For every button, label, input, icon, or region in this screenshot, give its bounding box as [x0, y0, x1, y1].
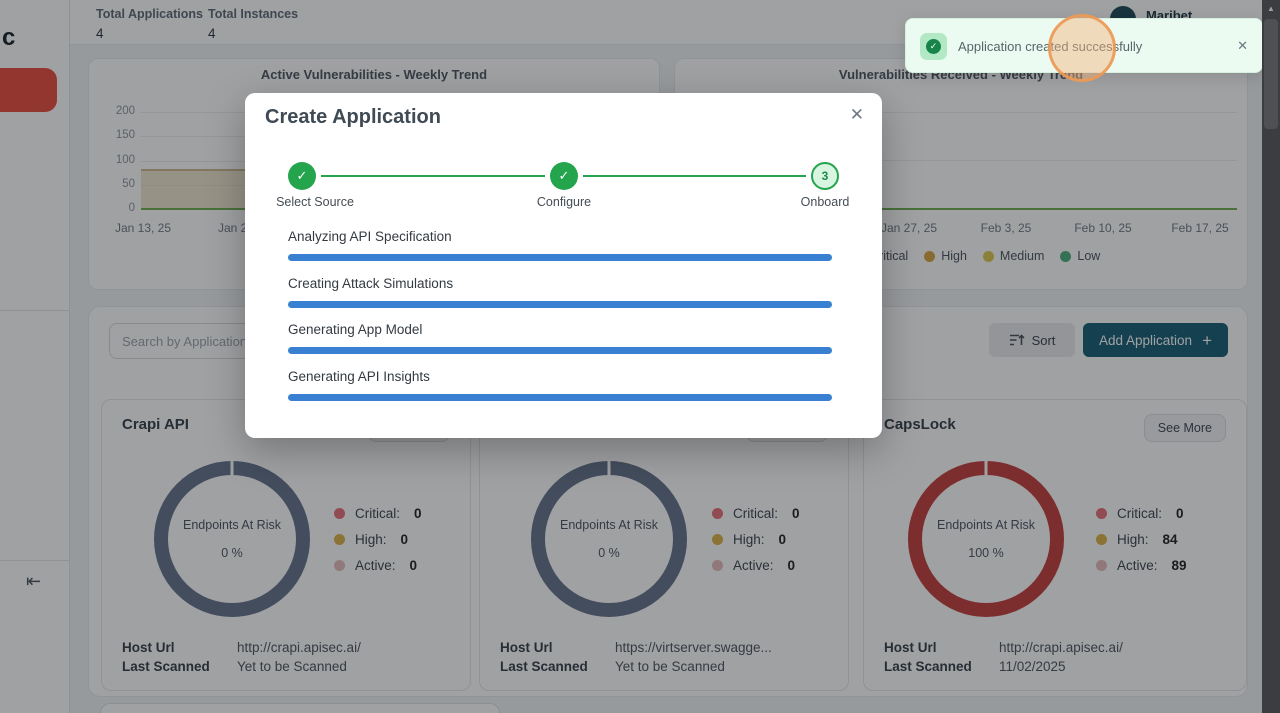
task-label: Creating Attack Simulations: [288, 276, 454, 291]
task-progress-bar: [288, 254, 832, 261]
toast-close-button[interactable]: ✕: [1237, 38, 1248, 54]
step-number: 3: [821, 169, 829, 183]
step-connector: [321, 175, 545, 177]
step-configure-indicator: ✓: [550, 162, 578, 190]
check-icon: ✓: [296, 168, 308, 183]
task-progress-bar: [288, 347, 832, 354]
scroll-up-button[interactable]: ▲: [1262, 0, 1280, 17]
step-label-configure: Configure: [536, 195, 592, 209]
toast-message: Application created successfully: [958, 39, 1143, 54]
success-icon: ✓: [920, 33, 947, 60]
step-label-select-source: Select Source: [276, 195, 354, 209]
check-icon: ✓: [558, 168, 570, 183]
modal-close-button[interactable]: ✕: [850, 105, 864, 125]
step-label-onboard: Onboard: [800, 195, 850, 209]
task-label: Generating API Insights: [288, 369, 430, 384]
step-onboard-indicator: 3: [811, 162, 839, 190]
close-icon: ✕: [849, 105, 864, 124]
check-icon: ✓: [929, 41, 938, 51]
success-toast: ✓ Application created successfully ✕: [905, 18, 1263, 73]
modal-title: Create Application: [265, 106, 441, 128]
task-label: Generating App Model: [288, 322, 423, 337]
task-progress-bar: [288, 394, 832, 401]
step-connector: [583, 175, 806, 177]
task-label: Analyzing API Specification: [288, 229, 452, 244]
up-arrow-icon: ▲: [1267, 4, 1275, 13]
create-application-modal: Create Application ✕ ✓ ✓ 3 Select Source…: [245, 93, 882, 438]
step-select-source-indicator: ✓: [288, 162, 316, 190]
scrollbar-thumb[interactable]: [1264, 19, 1278, 129]
scrollbar-track[interactable]: ▲: [1262, 0, 1280, 713]
task-progress-bar: [288, 301, 832, 308]
app-screen: c ⇤ Total Applications 4 Total Instances…: [0, 0, 1280, 713]
close-icon: ✕: [1237, 38, 1248, 53]
